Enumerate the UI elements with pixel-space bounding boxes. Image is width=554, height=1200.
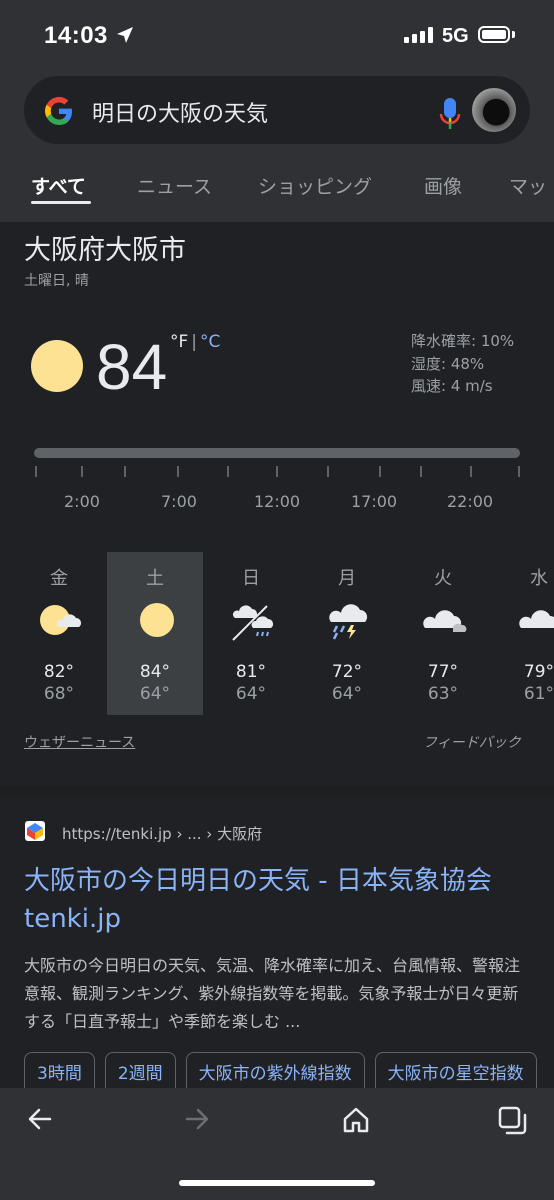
day-high: 84° (139, 662, 171, 682)
day-name: 土 (146, 568, 164, 589)
hourly-chart-line[interactable] (34, 448, 520, 458)
day-low: 64° (331, 684, 363, 704)
current-temperature: 84 (96, 331, 168, 403)
weather-day-condition: 土曜日, 晴 (24, 273, 89, 289)
wind-speed: 風速: 4 m/s (411, 377, 493, 395)
browser-toolbar (0, 1088, 554, 1200)
tab-news[interactable]: ニュース (137, 172, 212, 199)
feedback-link[interactable]: フィードバック (423, 732, 521, 752)
unit-separator: | (191, 332, 198, 352)
hour-tick (177, 466, 179, 477)
search-header: 明日の大阪の天気 すべて ニュース ショッピング 画像 マッ (0, 70, 554, 222)
day-low: 64° (235, 684, 267, 704)
hour-tick (124, 466, 126, 477)
cloud-rain-icon (232, 605, 273, 641)
forecast-day-sat[interactable]: 土 84° 64° (107, 552, 203, 715)
status-bar: 14:03 5G (0, 0, 554, 70)
result-title-link[interactable]: 大阪市の今日明日の天気 - 日本気象協会 tenki.jp (24, 862, 524, 938)
weather-card: 大阪府大阪市 土曜日, 晴 84 °F | °C 降水確率: 10% 湿度: 48%… (0, 222, 554, 786)
tab-all[interactable]: すべて (31, 172, 86, 199)
sunny-icon (140, 603, 174, 637)
search-query[interactable]: 明日の大阪の天気 (92, 96, 268, 128)
hour-tick (35, 466, 37, 477)
tab-maps[interactable]: マッ (509, 172, 547, 199)
weather-location: 大阪府大阪市 (24, 235, 186, 266)
day-name: 金 (50, 568, 68, 589)
status-time: 14:03 (44, 22, 108, 49)
day-low: 64° (139, 684, 171, 704)
home-icon[interactable] (342, 1106, 370, 1134)
hour-label: 2:00 (64, 492, 100, 511)
weather-details: 降水確率: 10% 湿度: 48% 風速: 4 m/s (411, 330, 514, 398)
day-name: 日 (242, 568, 260, 589)
hour-tick (518, 466, 520, 477)
tab-shopping[interactable]: ショッピング (258, 172, 372, 199)
hour-label: 17:00 (351, 492, 398, 511)
day-name: 月 (338, 568, 356, 589)
tabs-icon[interactable] (498, 1106, 528, 1136)
partly-sunny-icon (40, 605, 81, 635)
day-name: 水 (530, 568, 548, 589)
hour-tick (227, 466, 229, 477)
hour-tick (379, 466, 381, 477)
day-high: 82° (43, 662, 75, 682)
unit-celsius[interactable]: °C (200, 332, 220, 352)
hour-tick (420, 466, 422, 477)
forward-arrow-icon[interactable] (184, 1106, 210, 1132)
unit-fahrenheit[interactable]: °F (170, 332, 188, 352)
active-tab-indicator (31, 201, 91, 204)
day-high: 72° (331, 662, 363, 682)
hour-label: 12:00 (254, 492, 301, 511)
daily-forecast: 金 82° 68° 土 84° 64° 日 81° 64° 月 72° 64° … (0, 552, 554, 715)
signal-strength-icon (404, 27, 433, 43)
hour-tick (276, 466, 278, 477)
hour-label: 22:00 (447, 492, 494, 511)
forecast-day-wed[interactable]: 水 79° 61° (491, 552, 554, 715)
battery-icon (478, 26, 510, 43)
network-type: 5G (442, 25, 469, 47)
day-high: 79° (523, 662, 554, 682)
battery-tip (512, 31, 515, 38)
forecast-day-mon[interactable]: 月 72° 64° (299, 552, 395, 715)
day-high: 77° (427, 662, 459, 682)
search-tabs: すべて ニュース ショッピング 画像 マッ (0, 166, 554, 214)
forecast-day-tue[interactable]: 火 77° 63° (395, 552, 491, 715)
day-low: 61° (523, 684, 554, 704)
tab-images[interactable]: 画像 (424, 172, 462, 199)
thunderstorm-icon (329, 604, 368, 640)
day-high: 81° (235, 662, 267, 682)
hour-tick (81, 466, 83, 477)
day-low: 68° (43, 684, 75, 704)
back-arrow-icon[interactable] (27, 1106, 53, 1132)
hour-tick (470, 466, 472, 477)
microphone-icon[interactable] (438, 96, 462, 132)
hour-tick (327, 466, 329, 477)
forecast-day-fri[interactable]: 金 82° 68° (11, 552, 107, 715)
home-indicator (179, 1180, 375, 1186)
sunny-icon (31, 340, 83, 392)
location-arrow-icon (117, 27, 133, 43)
result-snippet: 大阪市の今日明日の天気、気温、降水確率に加え、台風情報、警報注意報、観測ランキン… (24, 956, 521, 1031)
unit-toggle: °F | °C (170, 332, 220, 352)
day-low: 63° (427, 684, 459, 704)
precipitation: 降水確率: 10% (411, 332, 515, 350)
hour-label: 7:00 (161, 492, 197, 511)
search-box[interactable]: 明日の大阪の天気 (24, 76, 530, 144)
cloudy-icon (423, 610, 467, 632)
search-result: https://tenki.jp › ... › 大阪府 大阪市の今日明日の天気… (0, 796, 554, 1096)
cloudy-icon (519, 610, 554, 628)
hourly-ticks (0, 466, 554, 480)
google-logo-icon (45, 97, 72, 125)
forecast-day-sun[interactable]: 日 81° 64° (203, 552, 299, 715)
humidity: 湿度: 48% (411, 354, 485, 373)
result-breadcrumb[interactable]: https://tenki.jp › ... › 大阪府 (62, 823, 262, 844)
day-name: 火 (434, 568, 452, 589)
avatar[interactable] (472, 88, 516, 132)
weather-news-link[interactable]: ウェザーニュース (24, 732, 135, 752)
tenki-favicon-icon (25, 821, 45, 841)
